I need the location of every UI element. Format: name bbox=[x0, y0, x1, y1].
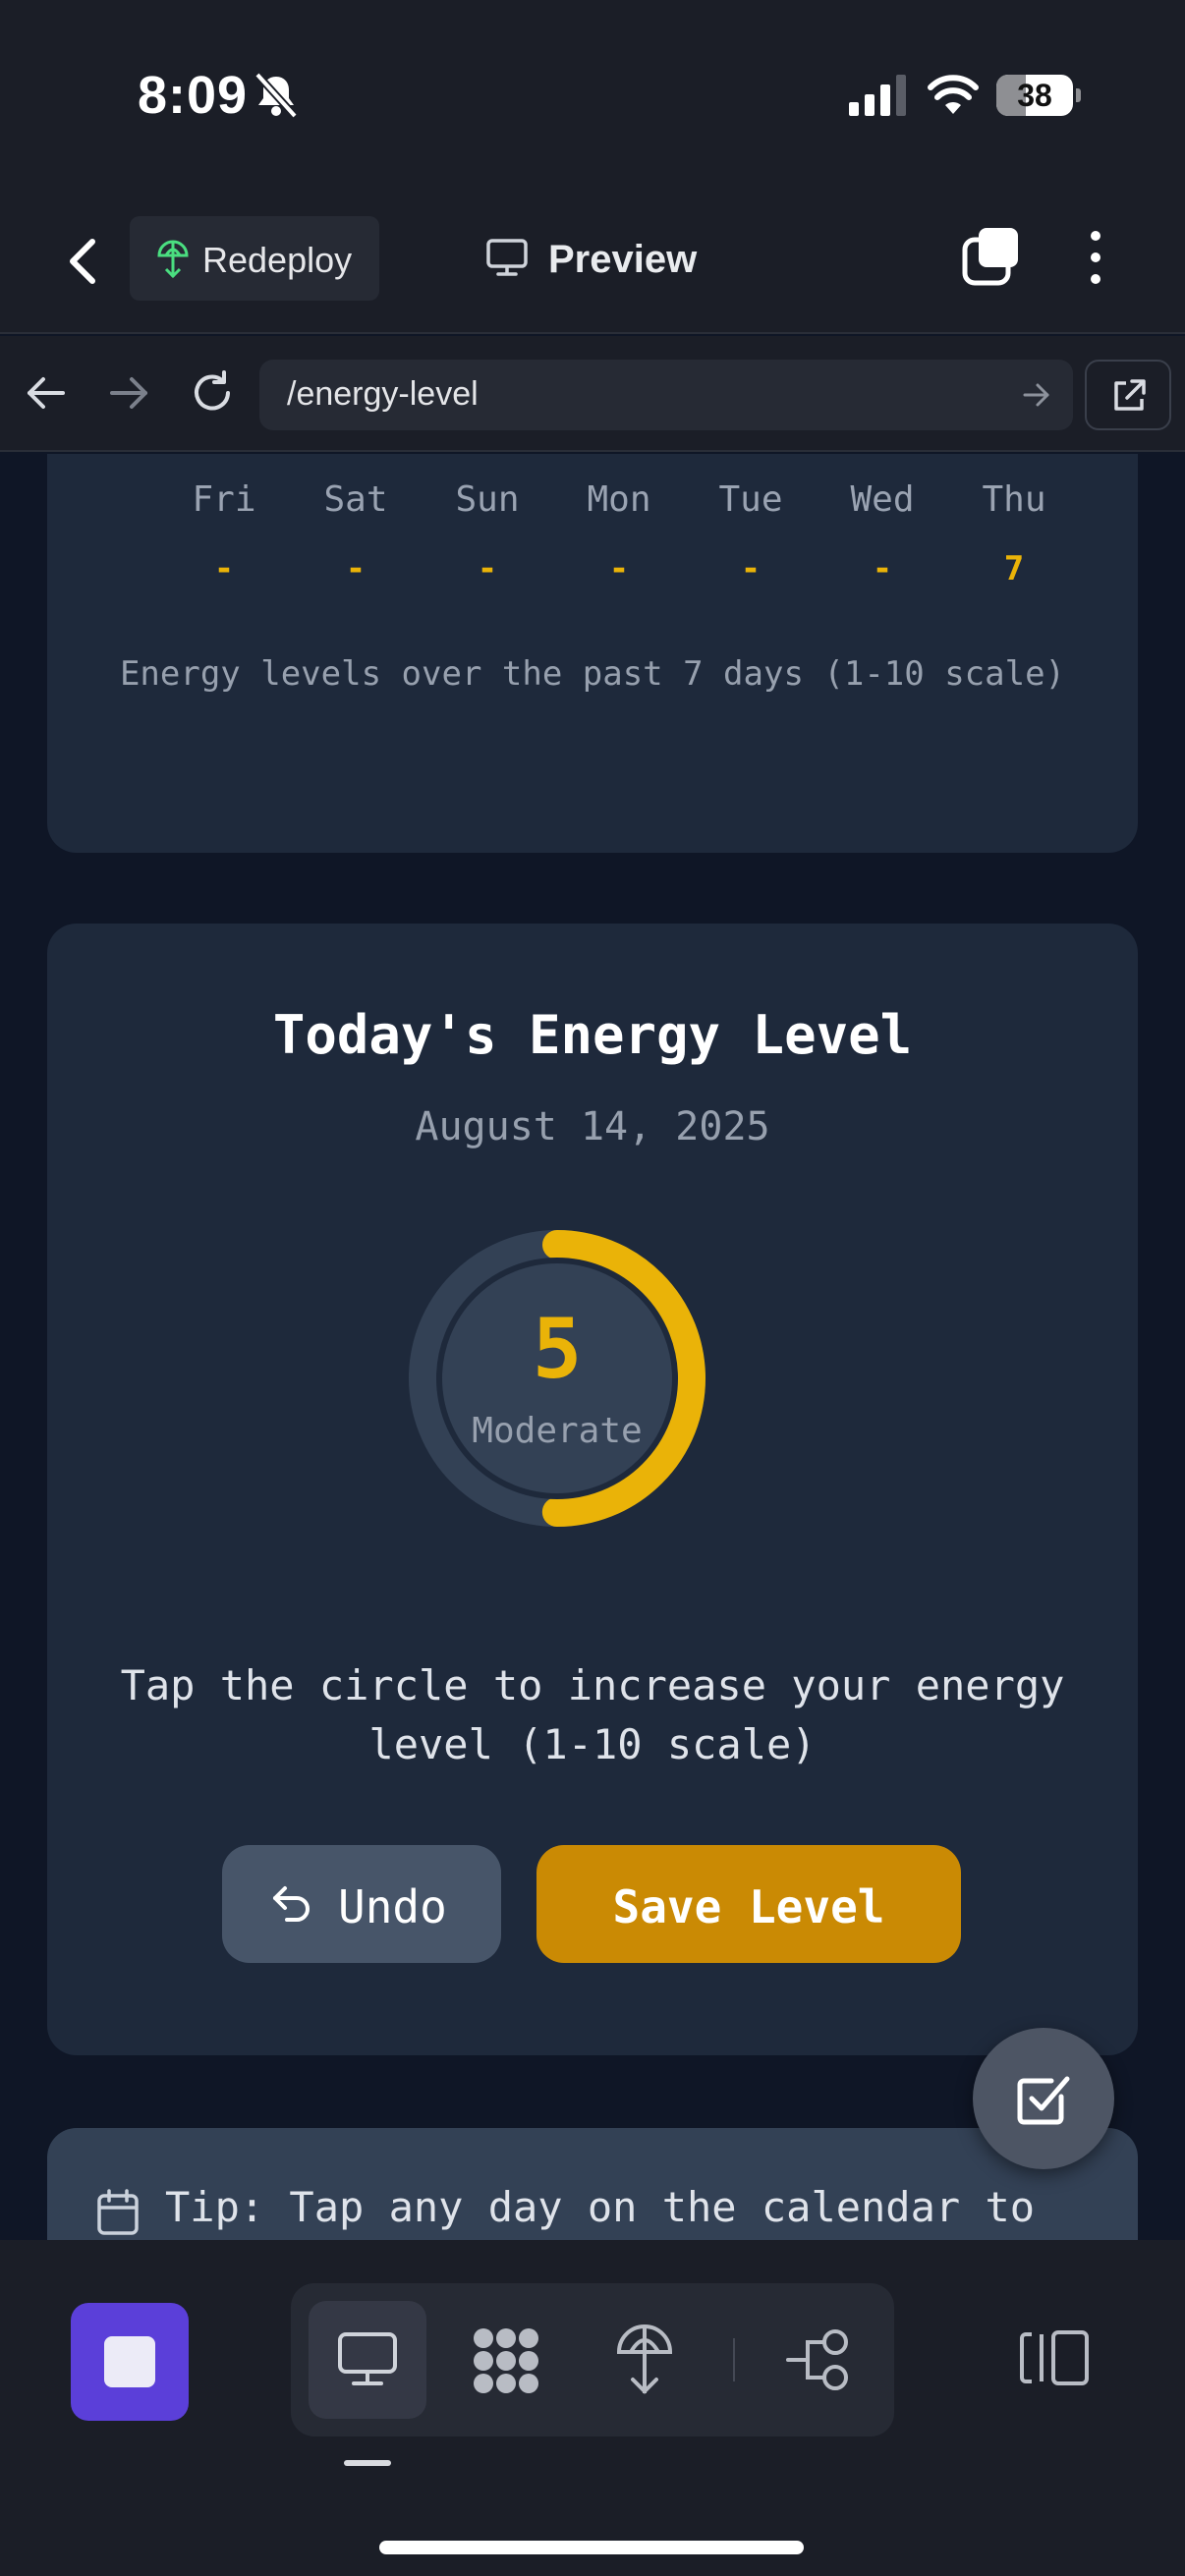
day-thu[interactable]: Thu 7 bbox=[955, 479, 1073, 588]
panel-toggle-icon[interactable] bbox=[1018, 2328, 1091, 2387]
tabs-icon[interactable] bbox=[961, 226, 1022, 287]
week-caption: Energy levels over the past 7 days (1-10… bbox=[119, 654, 1066, 694]
preview-view-button[interactable] bbox=[309, 2301, 426, 2419]
day-wed[interactable]: Wed - bbox=[823, 479, 941, 588]
day-name: Thu bbox=[982, 479, 1046, 520]
day-sun[interactable]: Sun - bbox=[428, 479, 546, 588]
reload-icon[interactable] bbox=[189, 369, 236, 417]
browser-bar: /energy-level bbox=[0, 336, 1185, 452]
arrow-left-icon[interactable] bbox=[24, 371, 69, 415]
day-value: - bbox=[345, 549, 367, 588]
arrow-right-icon[interactable] bbox=[106, 371, 151, 415]
stop-icon bbox=[104, 2336, 155, 2387]
save-level-button[interactable]: Save Level bbox=[536, 1845, 961, 1963]
redeploy-button[interactable]: Redeploy bbox=[130, 216, 379, 301]
day-name: Wed bbox=[850, 479, 915, 520]
week-day-row: Fri - Sat - Sun - Mon - Tue - Wed - Thu … bbox=[165, 479, 1069, 597]
app-header: Redeploy Preview bbox=[0, 196, 1185, 334]
status-time: 8:09 bbox=[138, 66, 249, 125]
wifi-icon bbox=[928, 75, 979, 114]
day-mon[interactable]: Mon - bbox=[560, 479, 678, 588]
today-date: August 14, 2025 bbox=[415, 1104, 770, 1149]
dots-grid-icon[interactable] bbox=[470, 2326, 542, 2395]
kebab-menu-icon[interactable] bbox=[1077, 228, 1114, 287]
home-indicator bbox=[379, 2541, 804, 2554]
external-link-icon bbox=[1114, 379, 1146, 411]
active-view-indicator bbox=[344, 2460, 391, 2466]
deploy-icon bbox=[157, 240, 189, 279]
day-value: - bbox=[213, 549, 235, 588]
energy-level-value: 5 bbox=[532, 1301, 583, 1397]
monitor-icon bbox=[486, 239, 528, 276]
chevron-left-icon[interactable] bbox=[59, 232, 108, 291]
day-name: Tue bbox=[718, 479, 783, 520]
day-value: - bbox=[608, 549, 630, 588]
url-input[interactable]: /energy-level bbox=[259, 360, 1073, 430]
day-tue[interactable]: Tue - bbox=[692, 479, 810, 588]
calendar-icon bbox=[97, 2189, 139, 2235]
deploy-icon[interactable] bbox=[615, 2323, 674, 2397]
today-title: Today's Energy Level bbox=[272, 1004, 913, 1066]
preview-label: Preview bbox=[548, 238, 698, 281]
day-sat[interactable]: Sat - bbox=[297, 479, 415, 588]
day-value: - bbox=[872, 549, 893, 588]
day-name: Fri bbox=[192, 479, 256, 520]
undo-button[interactable]: Undo bbox=[222, 1845, 501, 1963]
today-energy-card: Today's Energy Level August 14, 2025 5 M… bbox=[47, 924, 1138, 2055]
stop-button[interactable] bbox=[71, 2303, 189, 2421]
day-value: - bbox=[477, 549, 498, 588]
status-bar: 8:09 38 bbox=[0, 0, 1185, 196]
toolbar-divider bbox=[733, 2338, 735, 2381]
undo-label: Undo bbox=[338, 1880, 447, 1933]
day-fri[interactable]: Fri - bbox=[165, 479, 283, 588]
open-external-button[interactable] bbox=[1085, 360, 1171, 430]
day-value: 7 bbox=[1003, 549, 1025, 588]
battery-level: 38 bbox=[1017, 78, 1052, 113]
checklist-fab[interactable] bbox=[973, 2028, 1114, 2169]
monitor-icon bbox=[338, 2332, 397, 2385]
redeploy-label: Redeploy bbox=[202, 240, 353, 280]
checkbox-icon bbox=[1017, 2076, 1070, 2125]
go-arrow-icon[interactable] bbox=[1022, 381, 1051, 409]
battery-icon: 38 bbox=[996, 75, 1081, 116]
instruction-text: Tap the circle to increase your energy l… bbox=[120, 1661, 1065, 1768]
cellular-signal-icon bbox=[849, 75, 906, 116]
day-name: Mon bbox=[587, 479, 651, 520]
save-level-label: Save Level bbox=[612, 1880, 885, 1933]
day-name: Sun bbox=[455, 479, 520, 520]
energy-level-label: Moderate bbox=[472, 1411, 643, 1451]
bottom-toolbar bbox=[0, 2240, 1185, 2576]
day-value: - bbox=[740, 549, 762, 588]
flow-icon[interactable] bbox=[784, 2328, 853, 2391]
day-name: Sat bbox=[323, 479, 388, 520]
bell-slash-icon bbox=[254, 72, 298, 119]
preview-tab[interactable]: Preview bbox=[485, 216, 721, 301]
weekly-energy-card: Fri - Sat - Sun - Mon - Tue - Wed - Thu … bbox=[47, 454, 1138, 853]
undo-icon bbox=[273, 1886, 310, 1922]
tip-card: Tip: Tap any day on the calendar to bbox=[47, 2128, 1138, 2240]
view-switcher bbox=[291, 2283, 894, 2436]
tip-text: Tip: Tap any day on the calendar to bbox=[165, 2183, 1036, 2231]
energy-level-ring[interactable]: 5 Moderate bbox=[405, 1226, 709, 1531]
web-content: Fri - Sat - Sun - Mon - Tue - Wed - Thu … bbox=[0, 454, 1185, 2240]
url-text: /energy-level bbox=[287, 375, 479, 413]
